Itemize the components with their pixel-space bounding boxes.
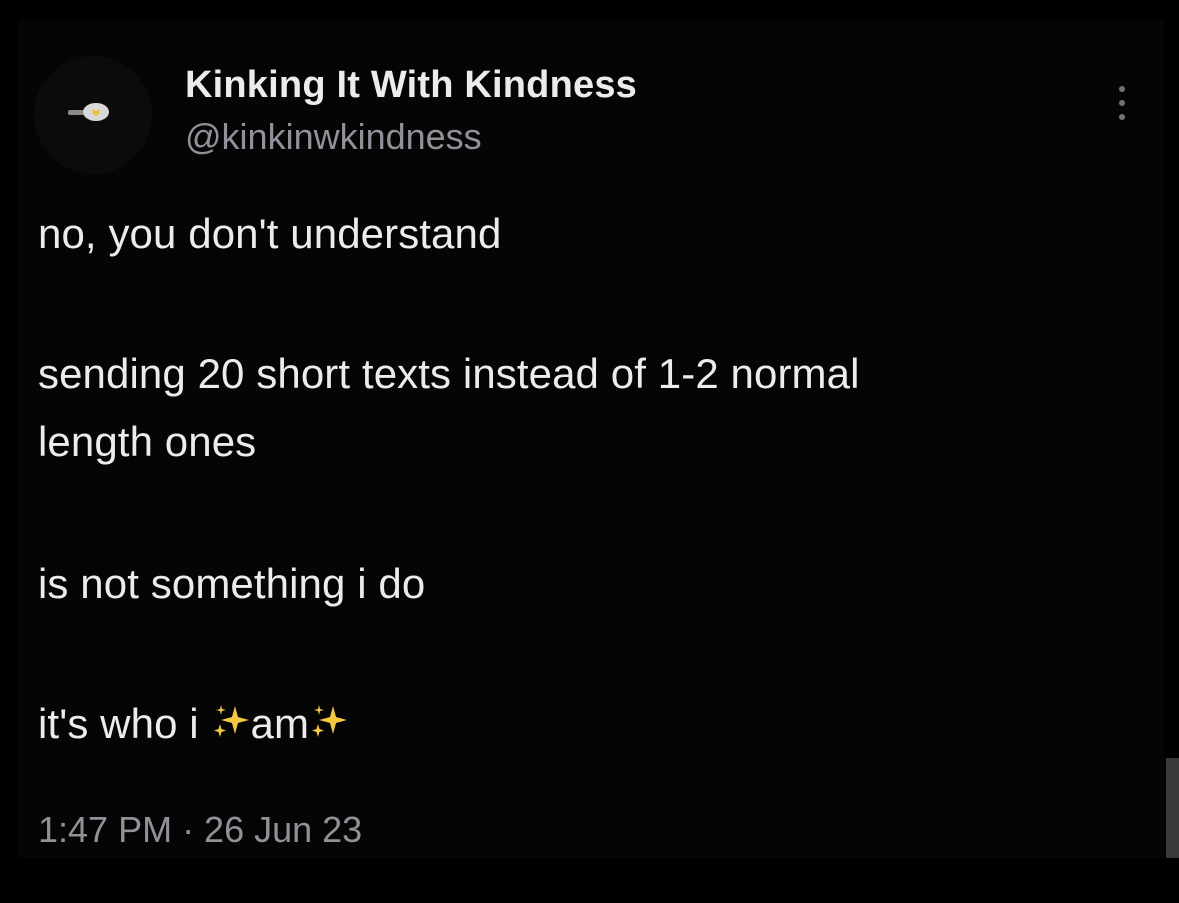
more-options-button[interactable] (1104, 78, 1140, 128)
bottom-border (0, 858, 1179, 903)
tweet-text-line-sparkles: it's who i am (38, 700, 349, 748)
more-vertical-icon-dot (1119, 114, 1125, 120)
scrollbar[interactable] (1166, 758, 1179, 858)
sparkles-icon (213, 705, 249, 737)
tweet-text-line: sending 20 short texts instead of 1-2 no… (38, 350, 860, 397)
sparkles-icon (312, 705, 348, 737)
tweet-text-line: is not something i do (38, 560, 426, 607)
more-vertical-icon (1119, 86, 1125, 92)
tweet-card: Kinking It With Kindness @kinkinwkindnes… (18, 20, 1164, 858)
tweet-text-line: length ones (38, 418, 257, 465)
avatar[interactable] (34, 56, 152, 174)
tweet-text-line: no, you don't understand (38, 210, 502, 257)
lightbulb-heart-icon (34, 56, 152, 174)
tweet-text-fragment: it's who i (38, 700, 211, 747)
tweet-timestamp[interactable]: 1:47 PM · 26 Jun 23 (38, 809, 362, 851)
author-name[interactable]: Kinking It With Kindness (185, 64, 637, 107)
top-border (0, 0, 1179, 20)
author-handle[interactable]: @kinkinwkindness (185, 116, 482, 158)
tweet-text-fragment: am (250, 700, 310, 747)
more-vertical-icon-dot (1119, 100, 1125, 106)
screenshot-frame: Kinking It With Kindness @kinkinwkindnes… (0, 0, 1179, 903)
